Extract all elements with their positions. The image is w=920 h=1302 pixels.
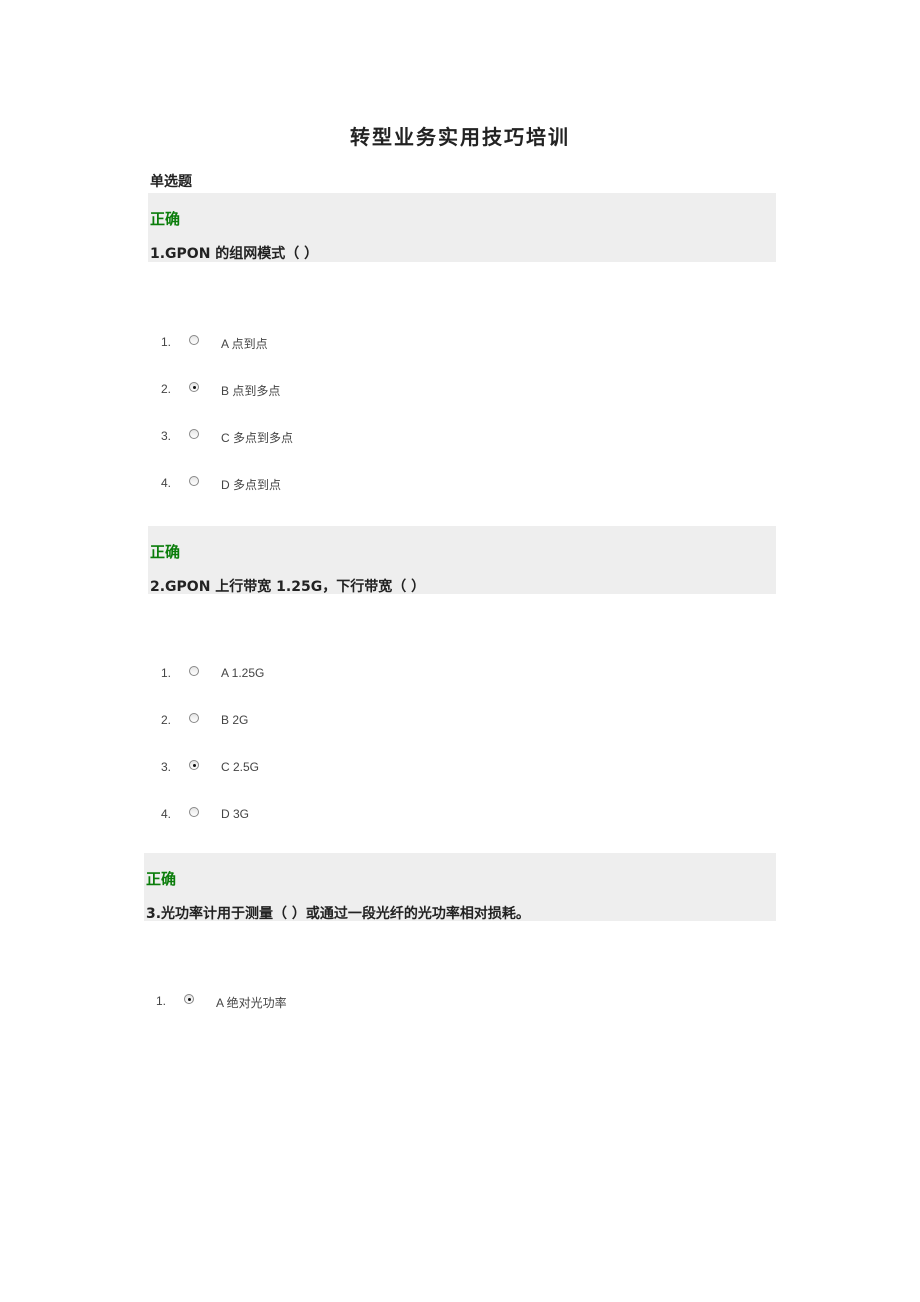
correct-status: 正确: [150, 543, 181, 561]
question-text: 2.GPON 上行带宽 1.25G，下行带宽（ ）: [150, 579, 426, 595]
option-label: B 2G: [221, 713, 249, 727]
radio-button-checked[interactable]: [189, 760, 199, 770]
option-label: C 多点到多点: [221, 431, 294, 445]
question-text: 1.GPON 的组网模式（ ）: [150, 246, 319, 262]
option-number: 4.: [161, 476, 172, 490]
radio-button-checked[interactable]: [184, 994, 194, 1004]
option-number: 1.: [161, 666, 172, 680]
question-text: 3.光功率计用于测量（ ）或通过一段光纤的光功率相对损耗。: [146, 906, 530, 922]
section-label: 单选题: [150, 174, 192, 190]
correct-status: 正确: [150, 210, 181, 228]
question-header: 正确 2.GPON 上行带宽 1.25G，下行带宽（ ）: [148, 526, 776, 595]
option-label: D 多点到点: [221, 478, 282, 492]
radio-button-checked[interactable]: [189, 382, 199, 392]
option-number: 2.: [161, 382, 172, 396]
option-number: 1.: [161, 335, 172, 349]
radio-button[interactable]: [189, 807, 199, 817]
option-number: 2.: [161, 713, 172, 727]
correct-status: 正确: [146, 870, 177, 888]
option-label: D 3G: [221, 807, 250, 821]
option-number: 4.: [161, 807, 172, 821]
option-label: C 2.5G: [221, 760, 260, 774]
option-number: 1.: [156, 994, 167, 1008]
radio-button[interactable]: [189, 335, 199, 345]
question-header: 正确 3.光功率计用于测量（ ）或通过一段光纤的光功率相对损耗。: [144, 853, 776, 922]
option-number: 3.: [161, 760, 172, 774]
option-label: B 点到多点: [221, 384, 281, 398]
question-header: 正确 1.GPON 的组网模式（ ）: [148, 193, 776, 262]
option-label: A 点到点: [221, 337, 268, 351]
radio-button[interactable]: [189, 713, 199, 723]
option-number: 3.: [161, 429, 172, 443]
option-label: A 绝对光功率: [216, 996, 287, 1010]
option-label: A 1.25G: [221, 666, 265, 680]
document-title: 转型业务实用技巧培训: [350, 125, 570, 149]
radio-button[interactable]: [189, 666, 199, 676]
radio-button[interactable]: [189, 476, 199, 486]
radio-button[interactable]: [189, 429, 199, 439]
